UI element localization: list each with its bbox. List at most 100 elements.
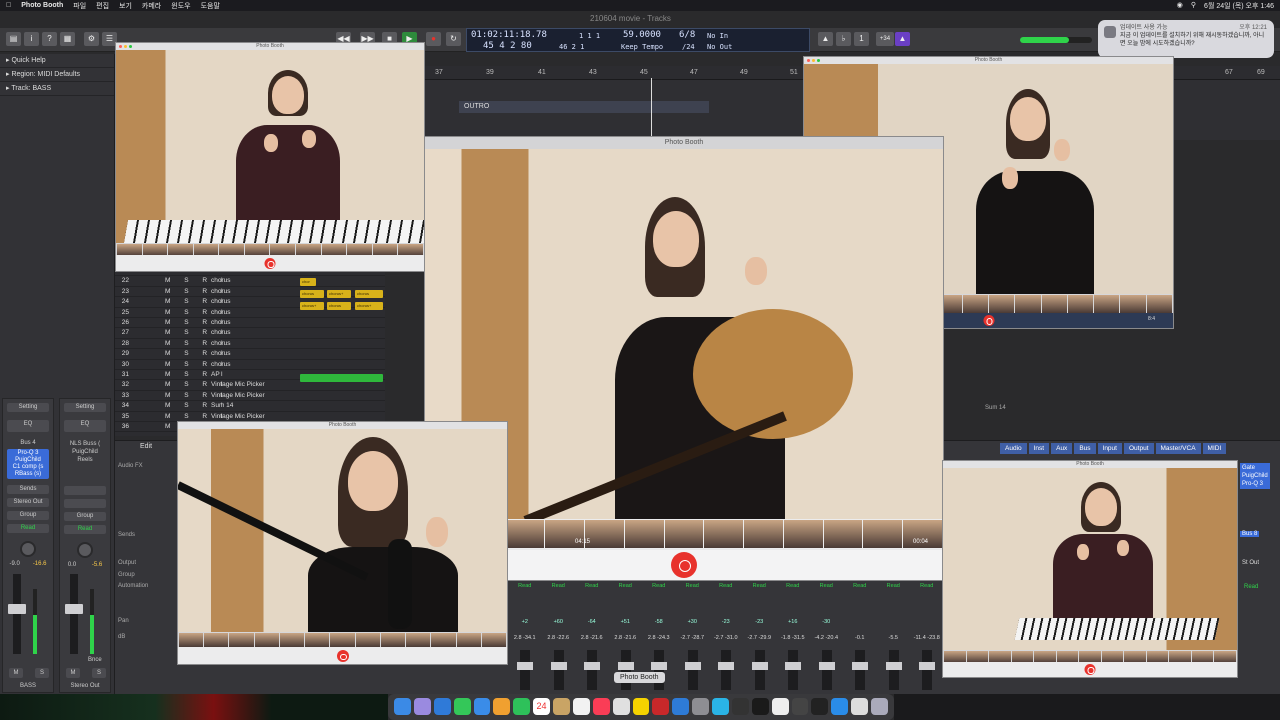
automation-mode[interactable]: Read (64, 525, 106, 534)
region[interactable]: chorus (327, 302, 351, 310)
lcd-display[interactable]: 01:02:11:18.78 45 4 2 80 1 1 1 46 2 1 59… (466, 28, 810, 52)
bounce-button[interactable]: Bnce (88, 657, 102, 663)
track-name[interactable]: chorus (211, 287, 231, 297)
track-name[interactable]: AP (211, 370, 220, 380)
cycle-button[interactable]: ↻ (446, 32, 461, 46)
track-name[interactable]: Sum 14 (211, 401, 233, 411)
volume-fader[interactable] (70, 574, 78, 654)
kakaotalk-icon[interactable] (632, 698, 650, 715)
chrome-icon[interactable] (712, 698, 729, 715)
setting-button[interactable]: Setting (7, 403, 49, 412)
automation-mode[interactable]: Read (810, 580, 844, 592)
region-ap[interactable] (300, 374, 383, 382)
region[interactable]: chorus (300, 290, 324, 298)
photo-booth-window-5[interactable]: Photo Booth (942, 460, 1238, 678)
menu-edit[interactable]: 편집 (96, 1, 109, 11)
menu-view[interactable]: 보기 (119, 1, 132, 11)
zoom-icon[interactable] (129, 45, 132, 48)
pan-knob[interactable]: -58 (642, 616, 676, 628)
setting-button[interactable]: Setting (64, 403, 106, 412)
photo-booth-window-1[interactable]: Photo Booth (115, 42, 425, 272)
wifi-icon[interactable]: ◉ (1177, 1, 1183, 11)
close-icon[interactable] (119, 45, 122, 48)
output-slot[interactable]: Stereo Out (7, 498, 49, 507)
region-row[interactable]: ▸ Region: MIDI Defaults (0, 68, 114, 82)
logic-pro-icon[interactable] (731, 698, 749, 715)
track-name[interactable]: chorus (211, 297, 231, 307)
track-name[interactable]: chorus (211, 339, 231, 349)
tab-inst[interactable]: Inst (1028, 443, 1050, 454)
right-send-slot[interactable]: Bus 8 (1240, 531, 1260, 537)
tuner-icon[interactable]: ♭ (836, 32, 851, 46)
close-icon[interactable] (807, 59, 810, 62)
notes-icon[interactable] (553, 698, 570, 715)
mute-button[interactable]: M (9, 668, 23, 678)
channel-fader[interactable] (885, 650, 902, 690)
search-icon[interactable]: ⚲ (1191, 1, 1196, 11)
pan-knob[interactable]: -64 (575, 616, 609, 628)
tab-master-vca[interactable]: Master/VCA (1155, 443, 1201, 454)
calendar-icon[interactable]: 24 (533, 698, 550, 715)
channel-fader[interactable] (818, 650, 835, 690)
pan-knob[interactable] (77, 542, 93, 558)
output-slot[interactable] (64, 499, 106, 508)
app-icon[interactable] (811, 698, 829, 715)
messages-icon[interactable] (453, 698, 471, 715)
final-cut-icon[interactable] (751, 698, 769, 715)
minimize-icon[interactable] (124, 45, 127, 48)
track-name[interactable]: chorus (211, 318, 231, 328)
photo-booth-window-4[interactable]: Photo Booth (177, 421, 508, 665)
record-video-button[interactable] (1084, 664, 1096, 675)
group-slot[interactable]: Group (64, 512, 106, 521)
region[interactable]: chorus+ (355, 302, 383, 310)
group-slot[interactable]: Group (7, 511, 49, 520)
solo-button[interactable]: S (35, 668, 49, 678)
photos-icon[interactable] (493, 698, 511, 715)
record-video-button[interactable] (264, 258, 276, 269)
automation-mode[interactable]: Read (709, 580, 743, 592)
sends-slot[interactable] (64, 486, 106, 495)
app-icon[interactable] (771, 698, 789, 715)
mixer-edit-menu[interactable]: Edit (140, 443, 152, 450)
menu-file[interactable]: 파일 (73, 1, 86, 11)
cpu-badge[interactable]: +34 (876, 32, 894, 46)
track-name[interactable]: chorus (211, 308, 231, 318)
update-notification[interactable]: 업데이트 사용 가능 오후 12:21 지금 이 업데이트를 설치하기 위해 재… (1098, 20, 1274, 58)
right-plugin-slot[interactable]: Gate PuigChild Pro-Q 3 (1240, 463, 1270, 489)
plugin-slot[interactable]: Pro-Q 3 PuigChild C1 comp (s RBass (s) (7, 449, 49, 479)
plugin-list[interactable]: NLS Buss ( PuigChild Reels (60, 440, 110, 464)
inspector-button[interactable]: i (24, 32, 39, 46)
automation-mode[interactable]: Read (877, 580, 911, 592)
pan-knob[interactable] (20, 541, 36, 557)
track-name[interactable]: chorus (211, 360, 231, 370)
count-in-button[interactable]: 1 (854, 32, 869, 46)
channel-fader[interactable] (684, 650, 701, 690)
thumbnail-strip[interactable] (178, 632, 507, 648)
track-row[interactable]: 34 M S R I Sum 14 (115, 401, 385, 412)
region[interactable]: chorus (355, 290, 383, 298)
region[interactable]: chorus+ (327, 290, 351, 298)
eq-button[interactable]: EQ (64, 420, 106, 432)
pan-knob[interactable]: +51 (609, 616, 643, 628)
tab-aux[interactable]: Aux (1051, 443, 1073, 454)
effect-counter[interactable]: 8:4 (1148, 316, 1155, 322)
window-titlebar[interactable]: Photo Booth (178, 422, 507, 429)
right-automation-mode[interactable]: Read (1244, 584, 1258, 590)
tab-bus[interactable]: Bus (1074, 443, 1096, 454)
channel-fader[interactable] (651, 650, 667, 690)
menu-camera[interactable]: 카메라 (142, 1, 161, 11)
safari-icon[interactable] (433, 698, 451, 715)
volume-fader[interactable] (13, 574, 21, 654)
pan-knob[interactable]: +30 (676, 616, 710, 628)
marker-outro[interactable]: OUTRO (459, 101, 709, 113)
tab-audio[interactable]: Audio (1000, 443, 1027, 454)
menu-app-name[interactable]: Photo Booth (21, 2, 63, 9)
channel-fader[interactable] (584, 650, 600, 690)
automation-mode[interactable]: Read (910, 580, 944, 592)
camera-shutter-button[interactable] (671, 552, 697, 578)
channel-fader[interactable] (550, 650, 567, 690)
automation-mode[interactable]: Read (7, 524, 49, 533)
app-icon[interactable] (831, 698, 849, 715)
track-name[interactable]: chorus (211, 328, 231, 338)
playhead[interactable] (651, 78, 652, 138)
